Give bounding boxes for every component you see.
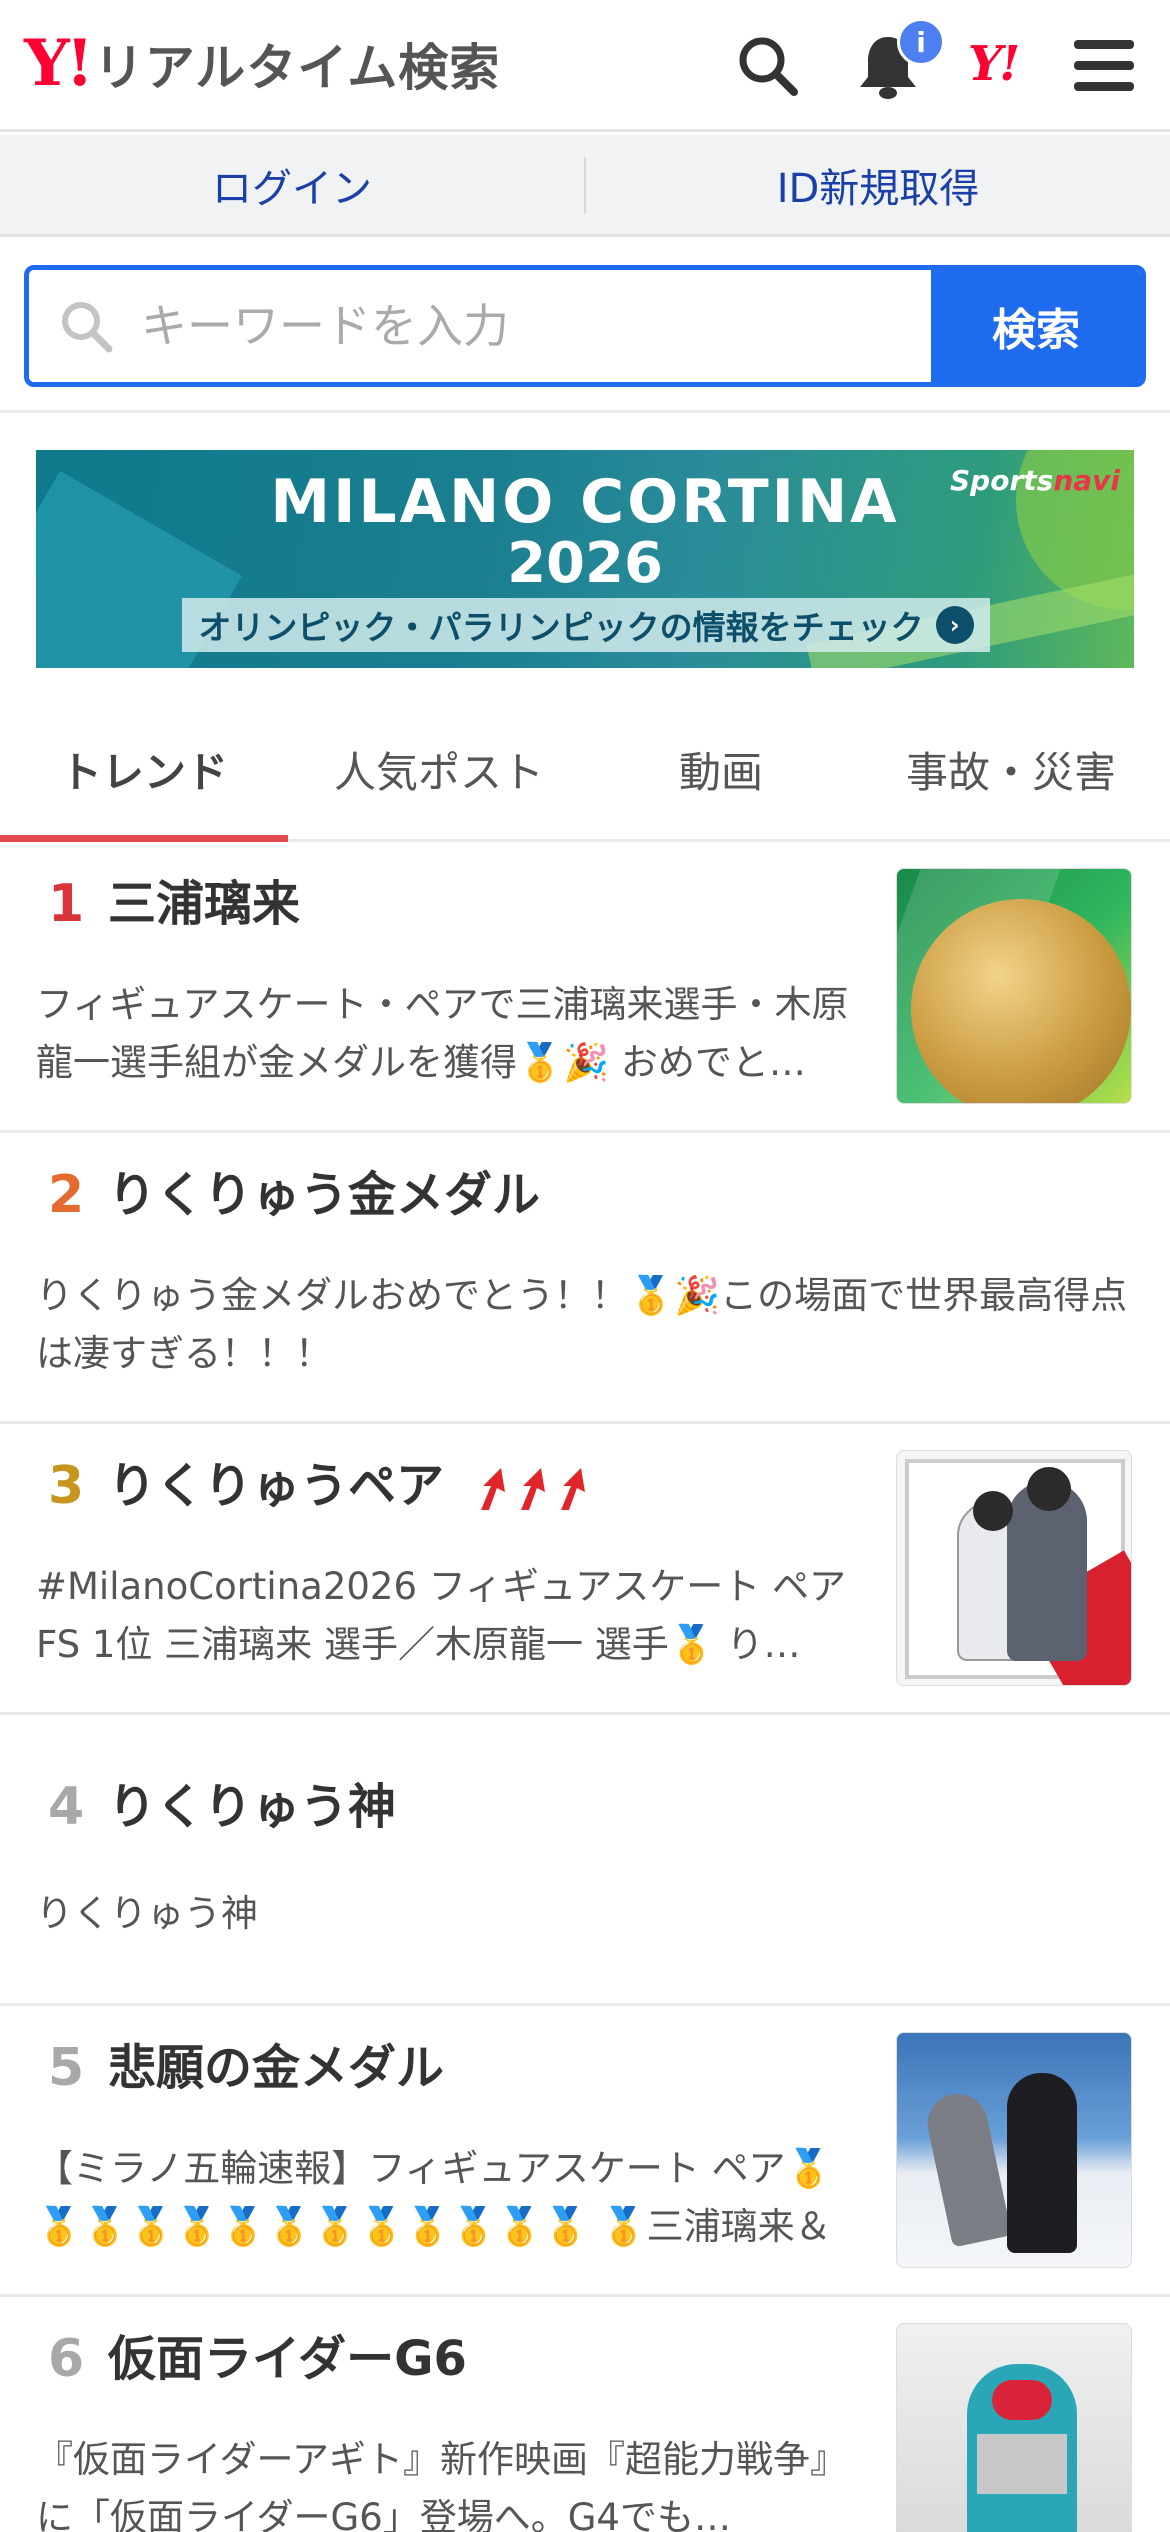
trend-item[interactable]: 2 りくりゅう金メダル りくりゅう金メダルおめでとう！！🥇🎉この場面で世界最高得… [0,1133,1170,1424]
rank-number: 5 [48,2038,85,2098]
trend-description: 【ミラノ五輪速報】フィギュアスケート ペア🥇🥇🥇🥇🥇🥇🥇🥇🥇🥇🥇🥇🥇 🥇三浦璃来… [36,2147,832,2248]
tab-popular-posts[interactable]: 人気ポスト [288,700,590,839]
search-box: 検索 [24,265,1146,387]
search-icon[interactable] [732,30,804,102]
kamen-rider-thumbnail [896,2323,1132,2532]
trend-title: りくりゅうペア [108,1458,445,1514]
trend-item[interactable]: 6 仮面ライダーG6 『仮面ライダーアギト』新作映画『超能力戦争』に「仮面ライダ… [0,2297,1170,2532]
trend-title: 悲願の金メダル [108,2040,445,2096]
menu-icon[interactable] [1068,30,1140,102]
rank-number: 3 [48,1456,85,1516]
rank-number: 2 [48,1165,85,1225]
skating-performance-thumbnail [896,2032,1132,2268]
tab-trend[interactable]: トレンド [0,700,288,842]
trend-title: 仮面ライダーG6 [108,2331,467,2387]
trend-description: りくりゅう神 [36,1892,258,1935]
search-input[interactable] [141,299,841,353]
trend-description: フィギュアスケート・ペアで三浦璃来選手・木原龍一選手組が金メダルを獲得🥇🎉 おめ… [36,983,849,1084]
trend-description: 『仮面ライダーアギト』新作映画『超能力戦争』に「仮面ライダーG6」登場へ。G4で… [36,2438,848,2532]
search-button[interactable]: 検索 [931,270,1141,382]
yahoo-realtime-logo[interactable]: Y! リアルタイム検索 [24,28,500,100]
trend-list: 1 三浦璃来 フィギュアスケート・ペアで三浦璃来選手・木原龍一選手組が金メダルを… [0,842,1170,2532]
pair-skaters-thumbnail [896,1450,1132,1686]
trend-item[interactable]: 3 りくりゅうペア #MilanoCortina2026 フィギュアスケート ペ… [0,1424,1170,1715]
tab-accidents-disasters[interactable]: 事故・災害 [852,700,1170,839]
banner-cta[interactable]: オリンピック・パラリンピックの情報をチェック › [182,598,990,652]
olympics-banner[interactable]: Sportsnavi MILANO CORTINA 2026 オリンピック・パラ… [36,450,1134,668]
trend-item[interactable]: 1 三浦璃来 フィギュアスケート・ペアで三浦璃来選手・木原龍一選手組が金メダルを… [0,842,1170,1133]
gold-medal-thumbnail [896,868,1132,1104]
service-name: リアルタイム検索 [93,39,501,97]
notification-badge: i [897,18,945,66]
app-header: Y! リアルタイム検索 i Y! [0,0,1170,132]
trend-title: りくりゅう金メダル [108,1167,541,1223]
tab-videos[interactable]: 動画 [590,700,852,839]
banner-year: 2026 [507,531,663,596]
trend-title: 三浦璃来 [108,876,301,932]
login-link[interactable]: ログイン [0,135,584,234]
search-field[interactable] [29,270,931,382]
trend-item[interactable]: 5 悲願の金メダル 【ミラノ五輪速報】フィギュアスケート ペア🥇🥇🥇🥇🥇🥇🥇🥇🥇… [0,2006,1170,2297]
trend-description: #MilanoCortina2026 フィギュアスケート ペアFS 1位 三浦璃… [36,1565,847,1666]
trend-title-wrap: りくりゅうペア [108,1454,601,1518]
register-link[interactable]: ID新規取得 [586,135,1170,234]
trend-item[interactable]: 4 りくりゅう神 りくりゅう神 [0,1715,1170,2006]
trend-title: りくりゅう神 [108,1779,397,1835]
category-tabs: トレンド 人気ポスト 動画 事故・災害 [0,700,1170,842]
search-icon [62,302,113,353]
yahoo-japan-icon[interactable]: Y! [968,36,1020,92]
yahoo-logo-mark: Y! [24,26,94,101]
rank-number: 1 [48,874,85,934]
banner-title: MILANO CORTINA [270,467,900,537]
search-area: 検索 [0,237,1170,413]
chevron-right-icon: › [935,606,974,644]
account-bar: ログイン ID新規取得 [0,135,1170,237]
banner-cta-text: オリンピック・パラリンピックの情報をチェック [198,608,924,647]
trend-description: りくりゅう金メダルおめでとう！！🥇🎉この場面で世界最高得点は凄すぎる！！！ [36,1274,1128,1375]
rank-number: 4 [48,1777,85,1837]
rank-number: 6 [48,2329,85,2389]
rising-arrows-icon [480,1468,585,1510]
